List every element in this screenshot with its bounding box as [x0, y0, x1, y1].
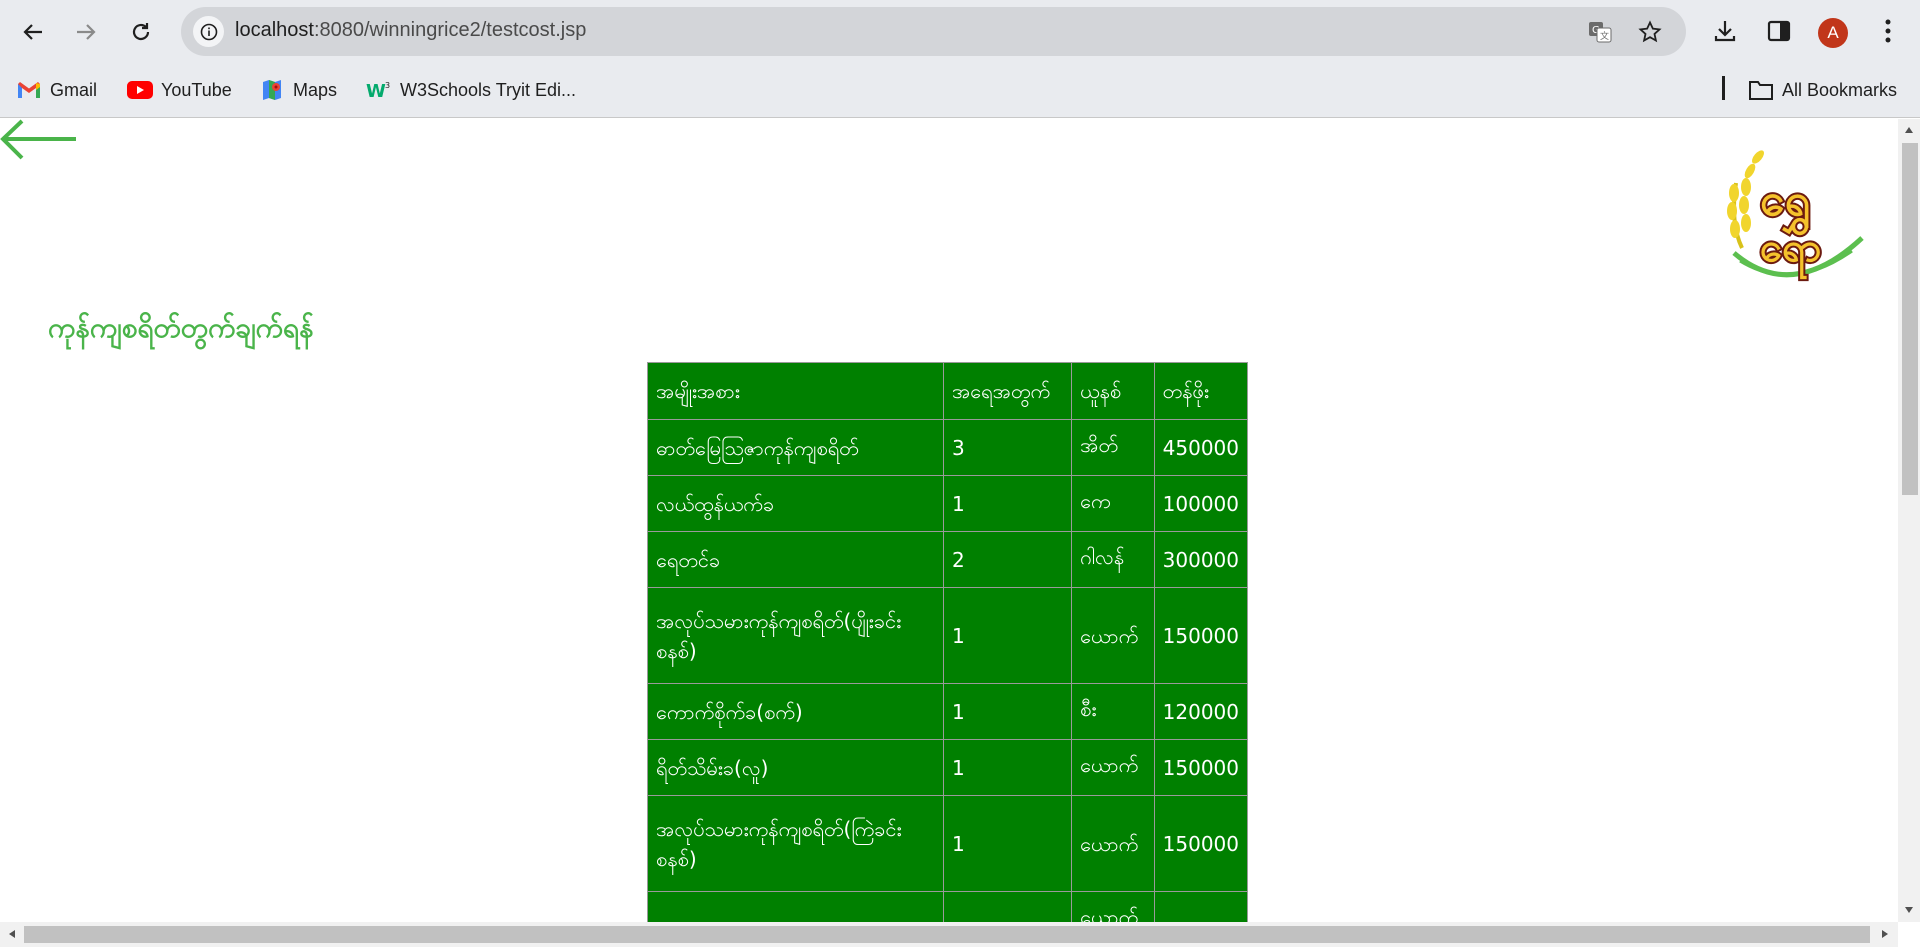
url-path: :8080/winningrice2/testcost.jsp	[313, 19, 587, 41]
arrow-left-icon	[23, 24, 42, 40]
header-type: အမျိုးအစား	[647, 362, 944, 420]
cell-unit: ဂါလန်	[1071, 531, 1155, 588]
bookmark-label: YouTube	[161, 79, 232, 100]
cell-type: ရေတင်ခ	[647, 531, 944, 588]
browser-toolbar: localhost:8080/winningrice2/testcost.jsp…	[0, 0, 1920, 63]
svg-text:W: W	[366, 81, 386, 100]
side-panel-icon[interactable]	[1764, 16, 1794, 46]
site-logo: ရွှေ ရော	[1722, 143, 1874, 289]
cell-value: 150000	[1153, 795, 1249, 892]
horizontal-scroll-thumb[interactable]	[24, 926, 1870, 943]
cost-table: အမျိုးအစား အရေအတွက် ယူနစ် တန်ဖိုး ဓာတ်မြ…	[647, 362, 1249, 922]
table-row: ကောက်စိုက်ခ(စက်) 1 စီး 120000	[647, 683, 1249, 740]
cell-value: 100000	[1153, 475, 1249, 532]
all-bookmarks-button[interactable]: All Bookmarks	[1748, 75, 1897, 105]
cell-type: စက်ပစ္စည်းကုန်ကျစရိတ်(ပျိုးခင်းစနစ်)	[647, 891, 944, 922]
header-value: တန်ဖိုး	[1153, 362, 1249, 420]
cell-unit: ယောက်	[1071, 891, 1155, 922]
cell-quantity: 1	[942, 795, 1073, 892]
bookmark-youtube[interactable]: YouTube	[127, 75, 232, 105]
site-info-icon[interactable]	[193, 16, 224, 47]
cell-unit: ယောက်	[1071, 795, 1155, 892]
address-bar[interactable]: localhost:8080/winningrice2/testcost.jsp…	[181, 7, 1686, 56]
svg-text:文: 文	[1600, 30, 1609, 42]
cell-value: 300000	[1153, 531, 1249, 588]
vertical-scrollbar[interactable]	[1898, 119, 1920, 922]
all-bookmarks-label: All Bookmarks	[1782, 79, 1898, 100]
profile-avatar[interactable]: A	[1818, 18, 1848, 48]
bookmark-star-icon[interactable]	[1637, 19, 1663, 45]
svg-text:3: 3	[385, 81, 390, 90]
page-title: ကုန်ကျစရိတ်တွက်ချက်ရန်	[48, 311, 314, 344]
scroll-left-icon[interactable]	[5, 927, 19, 941]
table-row: ဓာတ်မြေသြဇာကုန်ကျစရိတ် 3 အိတ် 450000	[647, 419, 1249, 476]
download-icon[interactable]	[1710, 16, 1740, 46]
maps-icon	[259, 79, 285, 101]
cell-quantity: 2	[942, 531, 1073, 588]
cell-type: လယ်ထွန်ယက်ခ	[647, 475, 944, 532]
back-button[interactable]	[13, 12, 53, 52]
cell-type: ကောက်စိုက်ခ(စက်)	[647, 683, 944, 740]
bookmark-label: Maps	[293, 79, 338, 100]
bookmark-label: W3Schools Tryit Edi...	[400, 79, 577, 100]
cell-unit: စီး	[1071, 683, 1155, 740]
cell-value: 150000	[1153, 587, 1249, 684]
cell-unit: ကေ	[1071, 475, 1155, 532]
url-text: localhost:8080/winningrice2/testcost.jsp	[235, 19, 586, 42]
reload-button[interactable]	[121, 12, 161, 52]
more-menu-icon[interactable]	[1873, 16, 1903, 46]
forward-button[interactable]	[66, 12, 106, 52]
bookmark-maps[interactable]: Maps	[259, 75, 337, 105]
cell-quantity: 1	[942, 739, 1073, 796]
horizontal-scrollbar[interactable]	[0, 922, 1898, 947]
scroll-up-icon[interactable]	[1902, 123, 1916, 137]
cell-quantity: 3	[942, 419, 1073, 476]
table-row: စက်ပစ္စည်းကုန်ကျစရိတ်(ပျိုးခင်းစနစ်) 1 ယ…	[647, 891, 1249, 922]
cell-value: 150000	[1153, 739, 1249, 796]
cell-quantity: 1	[942, 683, 1073, 740]
cell-unit: ယောက်	[1071, 739, 1155, 796]
table-row: အလုပ်သမားကုန်ကျစရိတ်(ပျိုးခင်းစနစ်) 1 ယေ…	[647, 587, 1249, 684]
translate-icon[interactable]: G文	[1587, 19, 1613, 45]
w3schools-icon: W3	[366, 79, 392, 101]
bookmarks-divider	[1722, 76, 1725, 100]
cell-value: 450000	[1153, 419, 1249, 476]
cell-unit: အိတ်	[1071, 419, 1155, 476]
table-row: အလုပ်သမားကုန်ကျစရိတ်(ကြဲခင်းစနစ်) 1 ယောက…	[647, 795, 1249, 892]
url-host: localhost	[235, 19, 314, 41]
cell-value: 150000	[1153, 891, 1249, 922]
back-arrow-link[interactable]	[0, 119, 80, 161]
scroll-down-icon[interactable]	[1902, 903, 1916, 917]
youtube-icon	[127, 79, 153, 101]
table-row: လယ်ထွန်ယက်ခ 1 ကေ 100000	[647, 475, 1249, 532]
cell-type: ဓာတ်မြေသြဇာကုန်ကျစရိတ်	[647, 419, 944, 476]
back-arrow-icon	[0, 119, 76, 160]
cell-type: အလုပ်သမားကုန်ကျစရိတ်(ကြဲခင်းစနစ်)	[647, 795, 944, 892]
cell-type: အလုပ်သမားကုန်ကျစရိတ်(ပျိုးခင်းစနစ်)	[647, 587, 944, 684]
cell-quantity: 1	[942, 891, 1073, 922]
cell-unit: ယောက်	[1071, 587, 1155, 684]
header-unit: ယူနစ်	[1071, 362, 1155, 420]
table-row: ရိတ်သိမ်းခ(လူ) 1 ယောက် 150000	[647, 739, 1249, 796]
cell-type: ရိတ်သိမ်းခ(လူ)	[647, 739, 944, 796]
vertical-scroll-thumb[interactable]	[1902, 143, 1918, 495]
scroll-right-icon[interactable]	[1878, 927, 1892, 941]
header-quantity: အရေအတွက်	[942, 362, 1073, 420]
table-header-row: အမျိုးအစား အရေအတွက် ယူနစ် တန်ဖိုး	[647, 362, 1249, 420]
folder-icon	[1748, 79, 1774, 101]
reload-icon	[132, 23, 150, 41]
bookmark-label: Gmail	[50, 79, 98, 100]
gmail-icon	[16, 79, 42, 101]
cell-value: 120000	[1153, 683, 1249, 740]
table-row: ရေတင်ခ 2 ဂါလန် 300000	[647, 531, 1249, 588]
cell-quantity: 1	[942, 587, 1073, 684]
cell-quantity: 1	[942, 475, 1073, 532]
bookmarks-bar: Gmail YouTube Maps W3 W3Schools Tryit Ed…	[0, 63, 1920, 118]
page-viewport: ရွှေ ရော ကုန်ကျစရိတ်တွက်ချက်ရန် အမျိုးအစ…	[0, 119, 1898, 922]
arrow-right-icon	[77, 24, 96, 40]
bookmark-w3schools[interactable]: W3 W3Schools Tryit Edi...	[366, 75, 576, 105]
bookmark-gmail[interactable]: Gmail	[16, 75, 97, 105]
